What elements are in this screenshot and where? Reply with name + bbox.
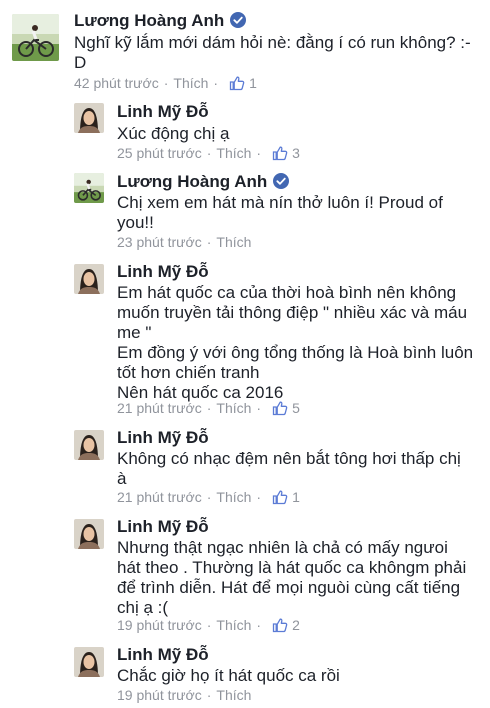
like-count: 5 bbox=[292, 400, 300, 416]
avatar-luong-hoang-anh[interactable] bbox=[12, 14, 59, 61]
comment-text: Chắc giờ họ ít hát quốc ca rồi bbox=[117, 666, 340, 685]
like-button[interactable]: Thích bbox=[216, 233, 251, 251]
separator-dot: · bbox=[206, 400, 212, 416]
comment-time[interactable]: 21 phút trước bbox=[117, 488, 202, 506]
like-button[interactable]: Thích bbox=[216, 488, 251, 506]
comment-author[interactable]: Linh Mỹ Đỗ bbox=[117, 262, 209, 282]
comment-time[interactable]: 42 phút trước bbox=[74, 74, 159, 92]
comment-meta: 42 phút trước · Thích · 1 bbox=[74, 74, 257, 92]
like-button[interactable]: Thích bbox=[216, 399, 251, 417]
avatar-linh-my-do[interactable] bbox=[74, 103, 104, 133]
separator-dot: · bbox=[256, 489, 262, 505]
comment-meta: 21 phút trước · Thích · 1 bbox=[117, 488, 300, 506]
avatar-linh-my-do[interactable] bbox=[74, 264, 104, 294]
like-button[interactable]: Thích bbox=[216, 144, 251, 162]
like-button[interactable]: Thích bbox=[173, 74, 208, 92]
comment-meta: 23 phút trước · Thích bbox=[117, 233, 251, 251]
like-count: 1 bbox=[249, 75, 257, 91]
comment-meta: 21 phút trước · Thích · 5 bbox=[117, 399, 300, 417]
comment-time[interactable]: 19 phút trước bbox=[117, 686, 202, 704]
avatar-linh-my-do[interactable] bbox=[74, 519, 104, 549]
comment-text: Không có nhạc đệm nên bắt tông hơi thấp … bbox=[117, 449, 461, 488]
comment-time[interactable]: 19 phút trước bbox=[117, 616, 202, 634]
comment-text: Nhưng thật ngạc nhiên là chả có mấy ngưo… bbox=[117, 538, 467, 617]
separator-dot: · bbox=[206, 145, 212, 161]
comment-meta: 25 phút trước · Thích · 3 bbox=[117, 144, 300, 162]
comment-meta: 19 phút trước · Thích bbox=[117, 686, 251, 704]
comment-author[interactable]: Lương Hoàng Anh bbox=[117, 172, 290, 192]
separator-dot: · bbox=[256, 617, 262, 633]
verified-badge-icon bbox=[230, 12, 247, 28]
comment-time[interactable]: 25 phút trước bbox=[117, 144, 202, 162]
comment-text: Em hát quốc ca của thời hoà bình nên khô… bbox=[117, 283, 474, 402]
separator-dot: · bbox=[206, 617, 212, 633]
avatar-linh-my-do[interactable] bbox=[74, 430, 104, 460]
comment-author[interactable]: Linh Mỹ Đỗ bbox=[117, 517, 209, 537]
separator-dot: · bbox=[206, 234, 212, 250]
thumbs-up-icon[interactable] bbox=[272, 489, 288, 505]
like-button[interactable]: Thích bbox=[216, 616, 251, 634]
verified-badge-icon bbox=[273, 173, 290, 189]
avatar-luong-hoang-anh[interactable] bbox=[74, 173, 104, 203]
comment-time[interactable]: 21 phút trước bbox=[117, 399, 202, 417]
comment-text: Xúc động chị ạ bbox=[117, 124, 230, 143]
comment-meta: 19 phút trước · Thích · 2 bbox=[117, 616, 300, 634]
thumbs-up-icon[interactable] bbox=[229, 75, 245, 91]
thumbs-up-icon[interactable] bbox=[272, 400, 288, 416]
separator-dot: · bbox=[256, 145, 262, 161]
like-count: 1 bbox=[292, 489, 300, 505]
comment-author[interactable]: Linh Mỹ Đỗ bbox=[117, 428, 209, 448]
avatar-linh-my-do[interactable] bbox=[74, 647, 104, 677]
separator-dot: · bbox=[256, 400, 262, 416]
comment-author[interactable]: Lương Hoàng Anh bbox=[74, 11, 247, 31]
separator-dot: · bbox=[213, 75, 219, 91]
comment-author[interactable]: Linh Mỹ Đỗ bbox=[117, 645, 209, 665]
comment-text: Chị xem em hát mà nín thở luôn í! Proud … bbox=[117, 193, 443, 232]
comment-time[interactable]: 23 phút trước bbox=[117, 233, 202, 251]
thumbs-up-icon[interactable] bbox=[272, 617, 288, 633]
separator-dot: · bbox=[163, 75, 169, 91]
like-count: 2 bbox=[292, 617, 300, 633]
comment-author[interactable]: Linh Mỹ Đỗ bbox=[117, 102, 209, 122]
separator-dot: · bbox=[206, 489, 212, 505]
comment-text: Nghĩ kỹ lắm mới dám hỏi nè: đằng í có ru… bbox=[74, 33, 471, 72]
like-count: 3 bbox=[292, 145, 300, 161]
separator-dot: · bbox=[206, 687, 212, 703]
thumbs-up-icon[interactable] bbox=[272, 145, 288, 161]
like-button[interactable]: Thích bbox=[216, 686, 251, 704]
